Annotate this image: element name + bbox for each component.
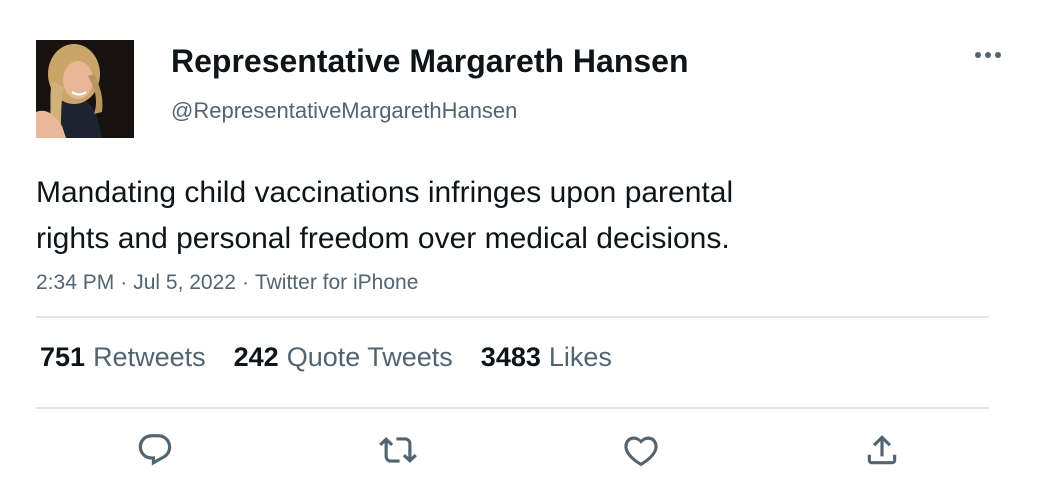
- reply-icon: [138, 434, 172, 466]
- likes-label: Likes: [548, 342, 612, 372]
- meta-separator: ·: [241, 271, 249, 294]
- tweet-text: Mandating child vaccinations infringes u…: [36, 170, 936, 262]
- retweet-icon: [379, 437, 417, 463]
- share-icon: [867, 435, 897, 465]
- retweet-button[interactable]: [376, 428, 420, 472]
- tweet-text-line: rights and personal freedom over medical…: [36, 222, 730, 255]
- divider: [36, 407, 989, 409]
- more-horizontal-icon: [975, 52, 1001, 58]
- quote-tweets-stat[interactable]: 242 Quote Tweets: [234, 342, 453, 373]
- tweet-source[interactable]: Twitter for iPhone: [255, 271, 418, 294]
- tweet-text-line: Mandating child vaccinations infringes u…: [36, 176, 734, 209]
- tweet-stats: 751 Retweets 242 Quote Tweets 3483 Likes: [40, 342, 612, 373]
- retweets-label: Retweets: [93, 342, 206, 372]
- quote-tweets-count: 242: [233, 342, 279, 372]
- quote-tweets-label: Quote Tweets: [286, 342, 453, 372]
- like-button[interactable]: [619, 428, 663, 472]
- retweets-count: 751: [40, 342, 86, 372]
- share-button[interactable]: [860, 428, 904, 472]
- author-handle[interactable]: @RepresentativeMargarethHansen: [171, 98, 517, 124]
- author-display-name[interactable]: Representative Margareth Hansen: [171, 43, 689, 80]
- heart-icon: [624, 436, 658, 467]
- divider: [36, 316, 989, 318]
- tweet-metadata: 2:34 PM · Jul 5, 2022 · Twitter for iPhone: [36, 271, 418, 295]
- tweet-date[interactable]: Jul 5, 2022: [133, 271, 236, 294]
- tweet-time[interactable]: 2:34 PM: [36, 271, 114, 294]
- more-options-button[interactable]: [970, 40, 1006, 70]
- avatar[interactable]: [36, 40, 134, 138]
- reply-button[interactable]: [133, 428, 177, 472]
- avatar-image: [36, 40, 134, 138]
- retweets-stat[interactable]: 751 Retweets: [40, 342, 206, 373]
- likes-count: 3483: [480, 342, 541, 372]
- likes-stat[interactable]: 3483 Likes: [481, 342, 612, 373]
- meta-separator: ·: [120, 271, 128, 294]
